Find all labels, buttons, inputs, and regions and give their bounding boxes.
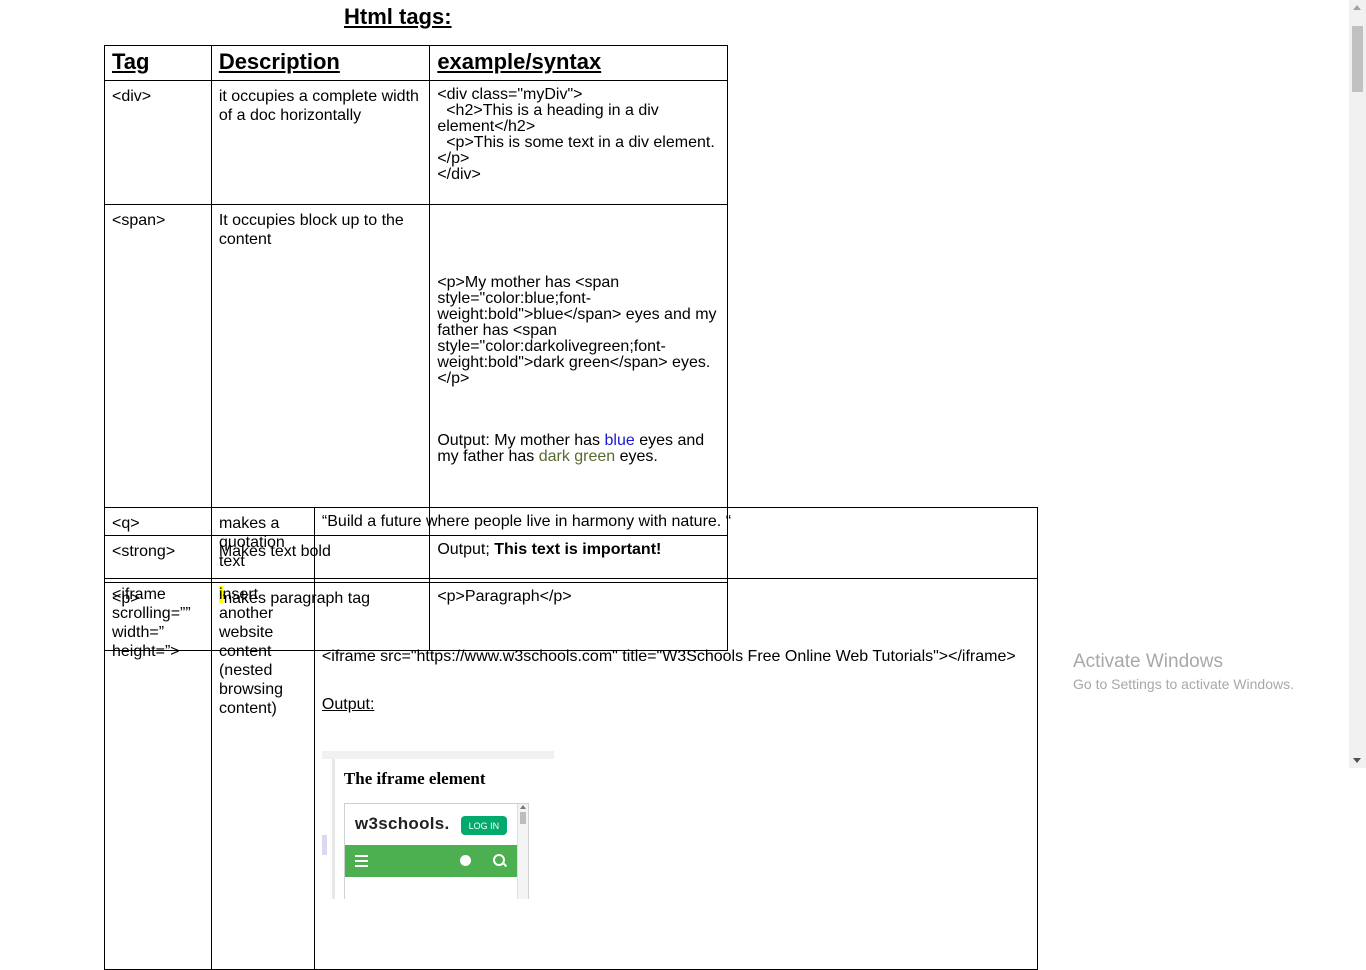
w3schools-logo: w3schools.: [354, 814, 450, 833]
embedded-frame[interactable]: w3schools. LOG IN: [343, 803, 529, 899]
example-cell: <div class="myDiv"> <h2>This is a headin…: [429, 80, 728, 205]
example-cell: <p>My mother has <span style="color:blue…: [429, 204, 728, 536]
activate-windows-title: Activate Windows: [1073, 651, 1223, 672]
blue-text: blue: [604, 432, 635, 449]
scroll-thumb[interactable]: [1352, 26, 1363, 92]
table-row: <iframe scrolling=”” width=” height=”> i…: [104, 578, 1039, 970]
description-cell: It occupies block up to the content: [210, 204, 431, 536]
html-tags-table-2: <q> makes a quotation text “Build a futu…: [104, 507, 1039, 970]
tag-cell: <q>: [104, 507, 212, 579]
iframe-example-code: <iframe src="https://www.w3schools.com" …: [321, 648, 1016, 665]
nav-bar: [344, 845, 517, 877]
scroll-down-icon[interactable]: [1353, 758, 1361, 763]
description-cell: insert another website content (nested b…: [210, 578, 315, 970]
tag-cell: <div>: [104, 80, 212, 205]
preview-border: [331, 759, 335, 899]
description-cell: makes a quotation text: [210, 507, 315, 579]
search-icon[interactable]: [492, 854, 505, 866]
description-cell: it occupies a complete width of a doc ho…: [210, 80, 431, 205]
span-example-code: <p>My mother has <span style="color:blue…: [437, 274, 721, 387]
iframe-preview: The iframe element w3schools. LOG IN: [321, 751, 554, 899]
output-label: Output:: [321, 696, 375, 713]
scroll-up-arrow-icon[interactable]: [519, 805, 526, 809]
cursor-marker: [321, 835, 327, 855]
example-cell: <iframe src="https://www.w3schools.com" …: [313, 578, 1039, 970]
menu-icon[interactable]: [354, 855, 368, 867]
activate-windows-subtitle: Go to Settings to activate Windows.: [1073, 676, 1294, 692]
login-button[interactable]: LOG IN: [460, 816, 507, 835]
table-header-row: Tag Description example/syntax: [104, 45, 728, 81]
dark-green-text: dark green: [538, 448, 616, 465]
table-row: <span> It occupies block up to the conte…: [104, 204, 728, 536]
scroll-up-icon[interactable]: [1353, 5, 1361, 10]
example-cell: “Build a future where people live in har…: [313, 507, 1039, 579]
globe-icon[interactable]: [459, 855, 471, 866]
tag-cell: <span>: [104, 204, 212, 536]
header-description: Description: [210, 45, 431, 81]
table-row: <div> it occupies a complete width of a …: [104, 80, 728, 205]
header-tag: Tag: [104, 45, 212, 81]
page-title: Html tags:: [344, 4, 452, 29]
span-example-output: Output: My mother has blue eyes and my f…: [437, 432, 709, 465]
tag-cell: <iframe scrolling=”” width=” height=”>: [104, 578, 212, 970]
page-scrollbar[interactable]: [1349, 0, 1366, 768]
header-example: example/syntax: [429, 45, 728, 81]
iframe-heading: The iframe element: [343, 769, 486, 788]
table-row: <q> makes a quotation text “Build a futu…: [104, 507, 1039, 579]
frame-scrollbar[interactable]: [516, 804, 528, 899]
frame-scroll-thumb[interactable]: [519, 812, 526, 824]
